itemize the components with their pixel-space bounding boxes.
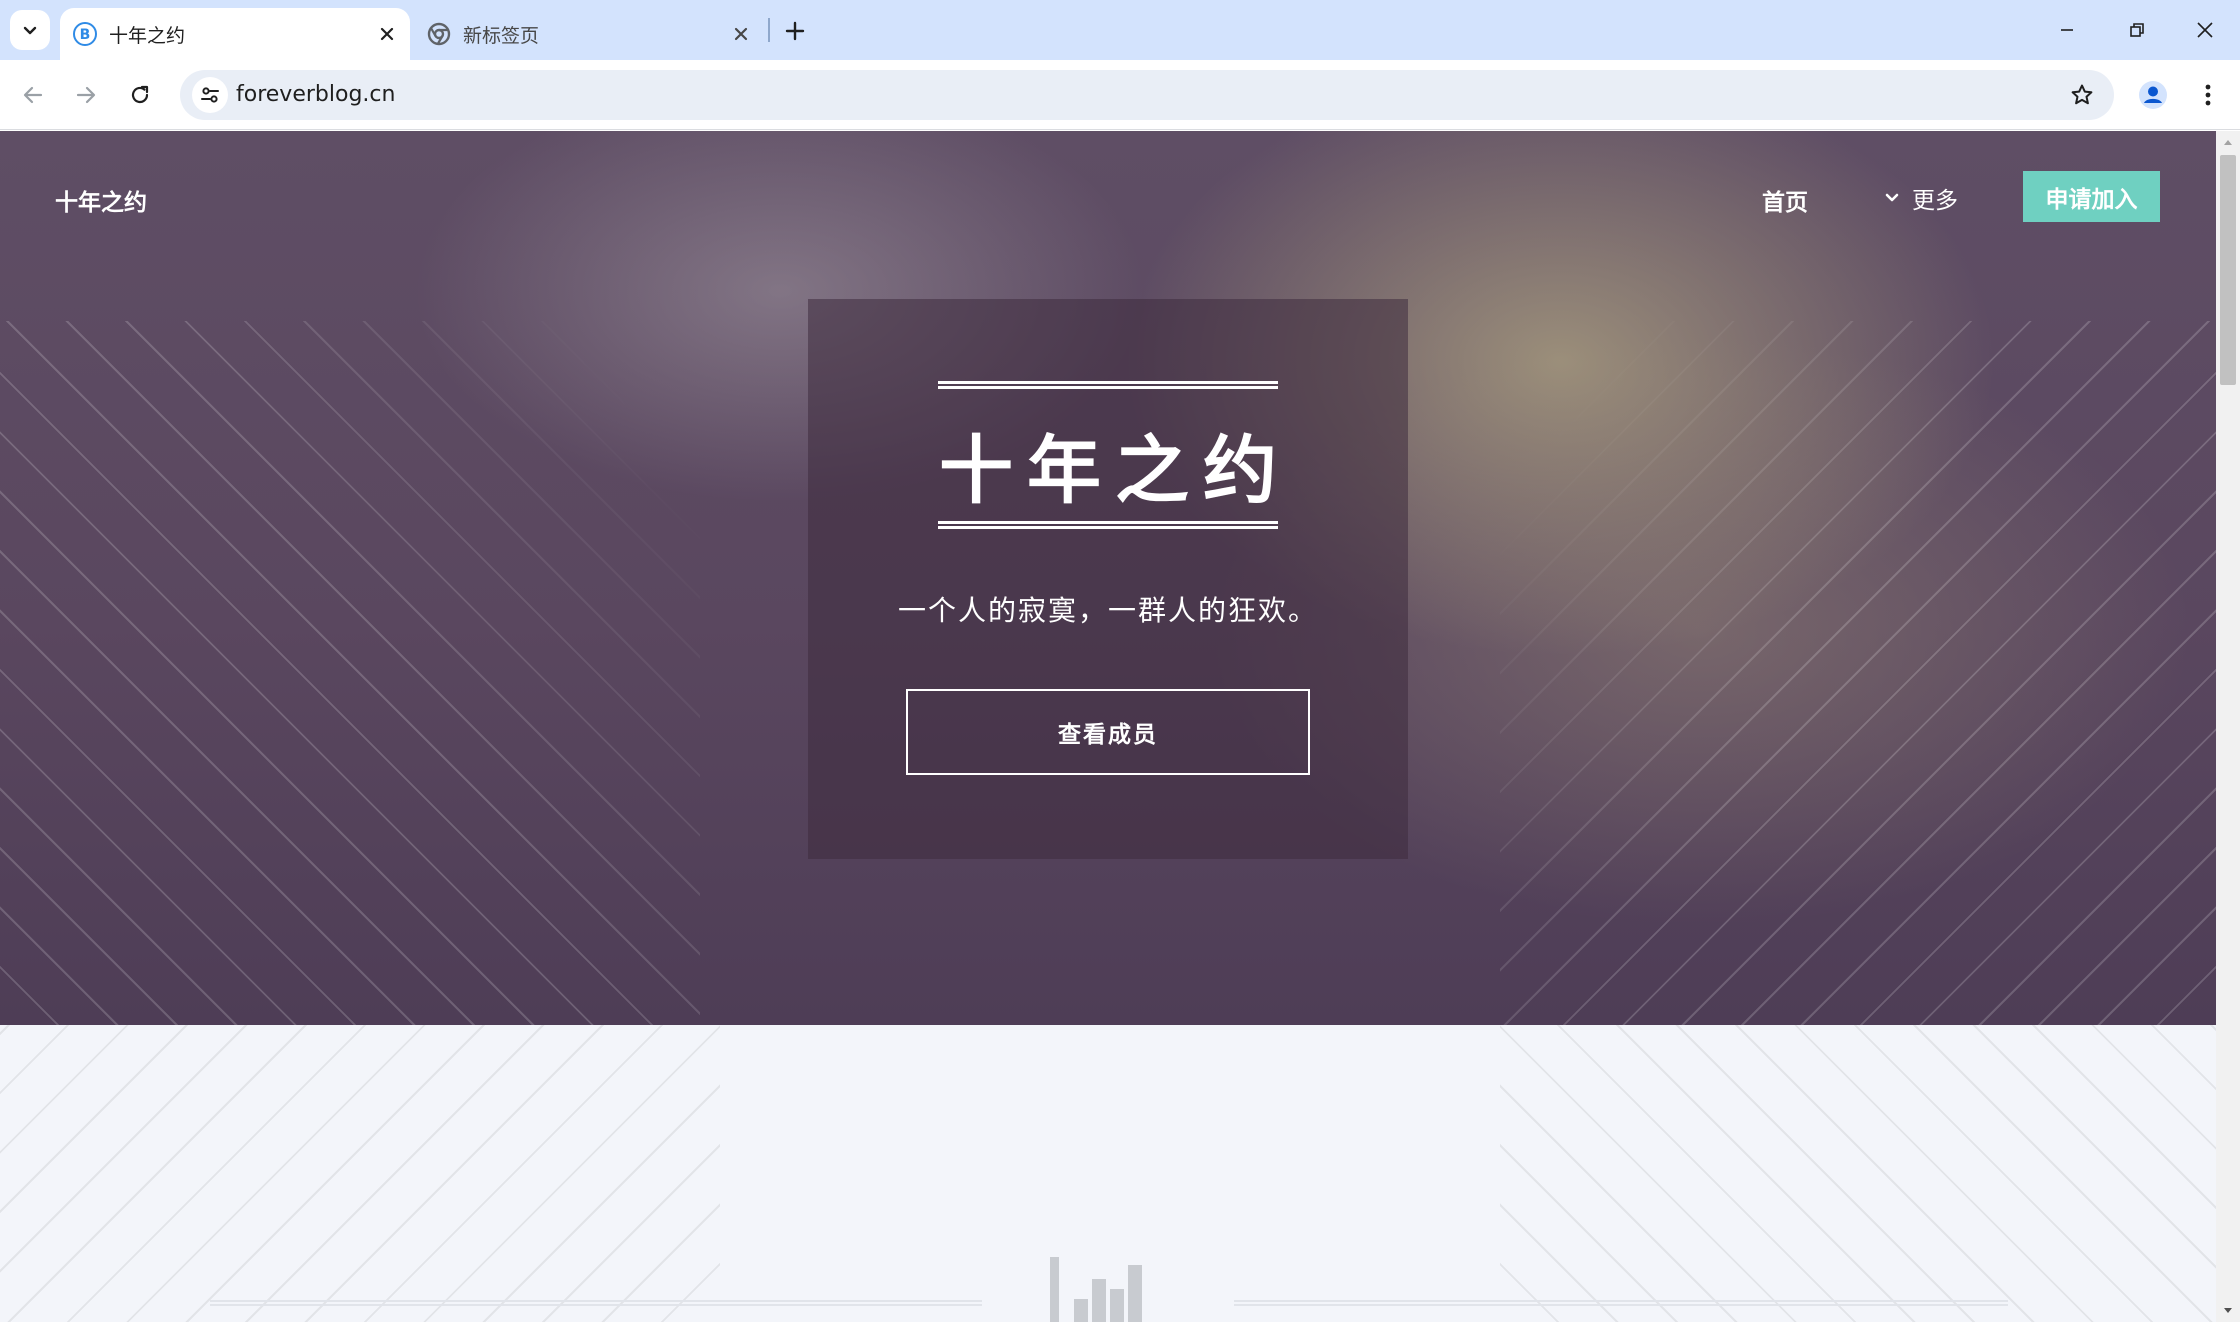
back-button[interactable] <box>11 73 55 117</box>
tab-separator <box>768 18 770 42</box>
bar-chart-icon <box>1048 1257 1152 1322</box>
blog-b-icon: B <box>73 22 97 46</box>
chrome-icon <box>427 22 451 46</box>
star-outline-icon <box>2071 84 2093 105</box>
address-bar[interactable]: foreverblog.cn <box>180 70 2114 120</box>
tab-strip: B 十年之约 新标签页 <box>0 0 2240 60</box>
arrow-right-icon <box>76 86 96 104</box>
minimize-button[interactable] <box>2032 0 2102 60</box>
page-viewport: 十年之约 首页 更多 申请加入 十年之约 一个人的寂寞，一群人的狂欢。 查看成员 <box>0 131 2216 1322</box>
section-divider-left <box>210 1300 982 1306</box>
tab-title: 十年之约 <box>109 24 186 47</box>
close-tab-icon[interactable] <box>726 19 756 49</box>
new-tab-button[interactable] <box>778 14 812 48</box>
title-rule-top <box>938 381 1278 389</box>
hero-banner: 十年之约 首页 更多 申请加入 十年之约 一个人的寂寞，一群人的狂欢。 查看成员 <box>0 131 2216 1025</box>
section-divider-right <box>1234 1300 2008 1306</box>
tab-new-tab[interactable]: 新标签页 <box>414 8 764 60</box>
close-tab-icon[interactable] <box>372 19 402 49</box>
site-logo[interactable]: 十年之约 <box>55 183 147 217</box>
hero-title: 十年之约 <box>939 428 1291 514</box>
svg-text:B: B <box>80 27 91 43</box>
tab-title: 新标签页 <box>463 24 540 47</box>
decorative-diagonal-lines <box>1500 321 2216 1025</box>
decorative-diagonal-lines <box>1500 1025 2216 1322</box>
minimize-icon <box>2061 29 2073 31</box>
decorative-diagonal-lines <box>0 1025 720 1322</box>
plus-icon <box>785 21 805 41</box>
site-info-button[interactable] <box>192 77 228 113</box>
tune-icon <box>201 87 219 103</box>
scroll-down-arrow-icon[interactable] <box>2216 1300 2240 1322</box>
scroll-up-arrow-icon[interactable] <box>2216 131 2240 153</box>
hero-card: 十年之约 一个人的寂寞，一群人的狂欢。 查看成员 <box>808 299 1408 859</box>
tab-active[interactable]: B 十年之约 <box>60 8 410 60</box>
chevron-down-icon <box>23 26 37 35</box>
nav-more-dropdown[interactable]: 更多 <box>1884 181 1958 215</box>
nav-home-link[interactable]: 首页 <box>1762 183 1808 217</box>
avatar-icon <box>2139 81 2167 109</box>
tab-search-button[interactable] <box>10 10 50 50</box>
apply-join-button[interactable]: 申请加入 <box>2023 171 2160 222</box>
url-text[interactable]: foreverblog.cn <box>236 70 395 120</box>
reload-button[interactable] <box>118 73 162 117</box>
browser-menu-button[interactable] <box>2186 73 2230 117</box>
scroll-thumb[interactable] <box>2220 155 2236 385</box>
reload-icon <box>131 85 149 104</box>
arrow-left-icon <box>23 86 43 104</box>
bookmark-star-button[interactable] <box>2064 77 2100 113</box>
browser-toolbar: foreverblog.cn <box>0 60 2240 130</box>
forward-button[interactable] <box>64 73 108 117</box>
hero-subtitle: 一个人的寂寞，一群人的狂欢。 <box>897 594 1318 627</box>
restore-icon <box>2130 23 2144 37</box>
title-rule-bottom <box>938 521 1278 529</box>
profile-button[interactable] <box>2131 73 2175 117</box>
restore-button[interactable] <box>2102 0 2172 60</box>
more-vert-icon <box>2205 84 2211 106</box>
close-window-button[interactable] <box>2170 0 2240 60</box>
nav-more-label: 更多 <box>1912 188 1958 214</box>
decorative-diagonal-lines <box>0 321 700 1025</box>
view-members-button[interactable]: 查看成员 <box>906 689 1310 775</box>
page-scrollbar[interactable] <box>2216 131 2240 1322</box>
close-icon <box>2197 22 2213 38</box>
chevron-down-icon <box>1884 190 1900 206</box>
